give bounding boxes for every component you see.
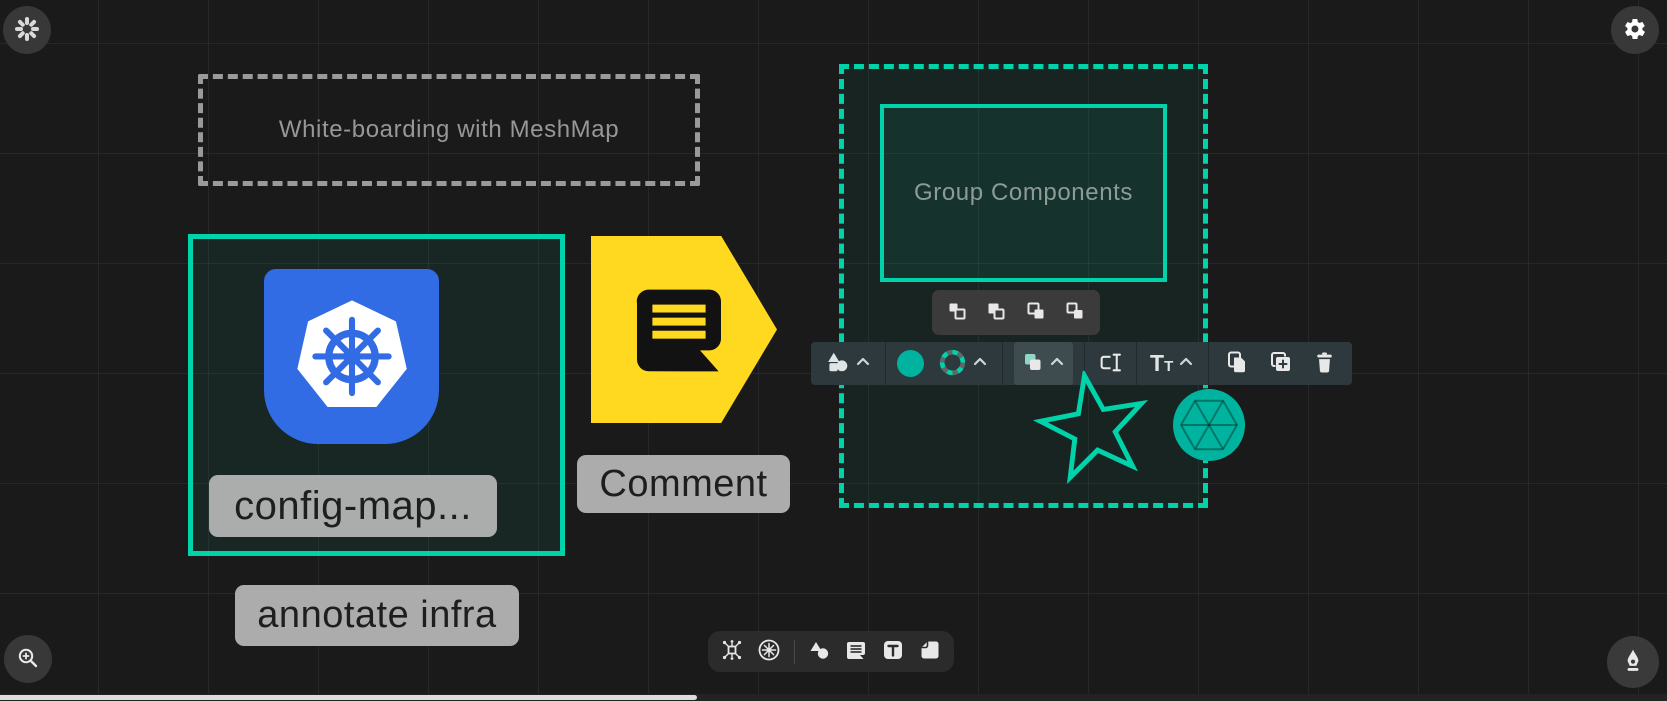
text-tool[interactable]: [880, 639, 905, 665]
copy-icon: [1225, 350, 1249, 377]
kubernetes-tool[interactable]: [757, 639, 782, 665]
stroke-style-button[interactable]: [936, 342, 991, 385]
annotation-label[interactable]: annotate infra: [235, 585, 519, 646]
settings-button[interactable]: [1611, 6, 1659, 54]
trash-icon: [1313, 351, 1336, 377]
k8s-component-label-text: config-map...: [234, 484, 472, 529]
comment-shape[interactable]: [591, 236, 777, 423]
tool-dock: [708, 631, 954, 672]
comment-icon: [844, 638, 868, 665]
mesh-component-icon: [720, 638, 744, 665]
meshery-logo-icon: [14, 16, 40, 45]
send-backward-button[interactable]: [981, 298, 1011, 328]
kubernetes-icon: [757, 638, 781, 665]
mesh-component-tool[interactable]: [720, 639, 745, 665]
whiteboard-note-shape[interactable]: White-boarding with MeshMap: [198, 74, 700, 186]
chevron-up-icon: [854, 353, 872, 374]
meshery-menu-button[interactable]: [3, 6, 51, 54]
bring-forward-button[interactable]: [942, 298, 972, 328]
chevron-up-icon: [971, 353, 989, 374]
settings-gear-icon: [1623, 17, 1647, 44]
text-tool-icon: [881, 638, 905, 665]
duplicate-button[interactable]: [1267, 342, 1295, 385]
annotation-label-text: annotate infra: [257, 594, 496, 637]
k8s-component-label[interactable]: config-map...: [209, 475, 497, 537]
horizontal-scrollbar[interactable]: [0, 695, 697, 700]
whiteboard-canvas[interactable]: White-boarding with MeshMap: [0, 0, 1667, 701]
bring-to-front-button[interactable]: [1021, 298, 1051, 328]
star-shape[interactable]: [1033, 370, 1153, 483]
group-components-shape[interactable]: Group Components: [880, 104, 1167, 282]
zoom-in-icon: [16, 646, 40, 673]
sticky-note-tool[interactable]: [917, 639, 942, 665]
comment-bubble-icon: [591, 271, 735, 388]
comment-tool[interactable]: [843, 639, 868, 665]
shapes-icon: [807, 638, 831, 665]
bring-to-front-icon: [1025, 300, 1047, 325]
shape-picker-button[interactable]: [822, 342, 874, 385]
text-style-icon: TT: [1150, 352, 1173, 375]
dock-separator: [794, 640, 795, 664]
send-to-back-button[interactable]: [1060, 298, 1090, 328]
bring-forward-icon: [946, 300, 968, 325]
text-style-button[interactable]: TT: [1148, 342, 1197, 385]
comment-label[interactable]: Comment: [577, 455, 790, 513]
whiteboard-note-text: White-boarding with MeshMap: [279, 116, 619, 144]
meshery-mark-shape[interactable]: [1172, 388, 1246, 467]
pen-tool-button[interactable]: [1607, 636, 1659, 688]
chevron-up-icon: [1177, 353, 1195, 374]
group-components-text: Group Components: [914, 179, 1133, 207]
sticky-note-icon: [918, 638, 942, 665]
stroke-style-icon: [938, 348, 967, 380]
kubernetes-icon: [291, 293, 413, 420]
send-backward-icon: [985, 300, 1007, 325]
k8s-configmap-node[interactable]: [264, 269, 439, 444]
duplicate-icon: [1269, 350, 1293, 377]
comment-label-text: Comment: [599, 463, 767, 506]
delete-button[interactable]: [1311, 342, 1338, 385]
shapes-tool[interactable]: [807, 639, 832, 665]
fill-color-swatch[interactable]: [897, 350, 924, 377]
pen-nib-icon: [1620, 648, 1646, 677]
arrange-popover: [932, 290, 1100, 335]
send-to-back-icon: [1064, 300, 1086, 325]
shapes-icon: [824, 349, 850, 378]
copy-button[interactable]: [1223, 342, 1251, 385]
zoom-in-button[interactable]: [4, 635, 52, 683]
